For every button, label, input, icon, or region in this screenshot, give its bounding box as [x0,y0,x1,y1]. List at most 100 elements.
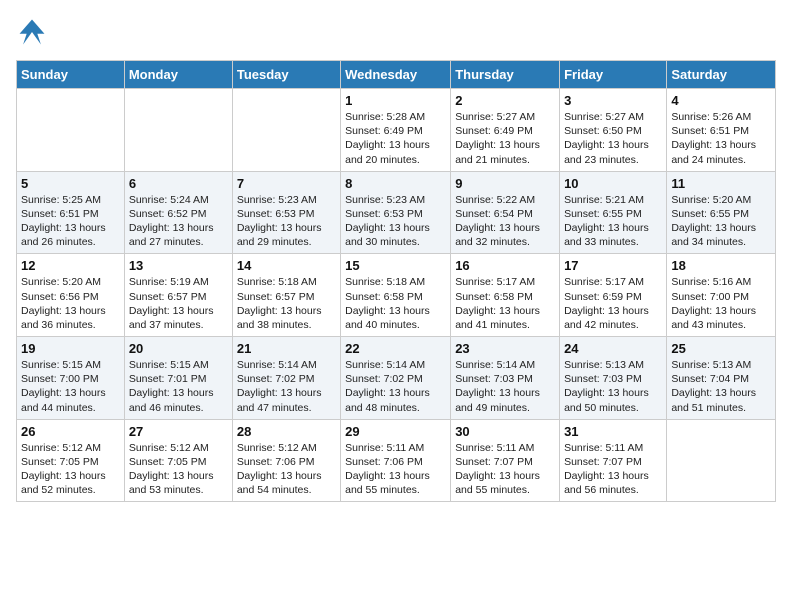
day-info: Sunrise: 5:27 AM Sunset: 6:50 PM Dayligh… [564,110,662,167]
day-number: 18 [671,258,771,273]
week-row-3: 12Sunrise: 5:20 AM Sunset: 6:56 PM Dayli… [17,254,776,337]
week-row-2: 5Sunrise: 5:25 AM Sunset: 6:51 PM Daylig… [17,171,776,254]
calendar-cell: 11 Sunrise: 5:20 AM Sunset: 6:55 PM Dayli… [667,171,776,254]
day-number: 11 [671,176,771,191]
calendar-cell: 18 Sunrise: 5:16 AM Sunset: 7:00 PM Dayli… [667,254,776,337]
day-number: 27 [129,424,228,439]
calendar-cell [124,89,232,172]
day-info: Sunrise: 5:17 AM Sunset: 6:58 PM Dayligh… [455,275,555,332]
day-info: Sunrise: 5:12 AM Sunset: 7:05 PM Dayligh… [129,441,228,498]
day-number: 15 [345,258,446,273]
day-info: Sunrise: 5:22 AM Sunset: 6:54 PM Dayligh… [455,193,555,250]
calendar-cell: 5Sunrise: 5:25 AM Sunset: 6:51 PM Daylig… [17,171,125,254]
calendar-cell: 4 Sunrise: 5:26 AM Sunset: 6:51 PM Daylig… [667,89,776,172]
calendar-cell: 24 Sunrise: 5:13 AM Sunset: 7:03 PM Dayli… [560,337,667,420]
calendar-cell: 30Sunrise: 5:11 AM Sunset: 7:07 PM Dayli… [451,419,560,502]
day-number: 16 [455,258,555,273]
day-number: 13 [129,258,228,273]
calendar-cell: 31Sunrise: 5:11 AM Sunset: 7:07 PM Dayli… [560,419,667,502]
day-number: 5 [21,176,120,191]
day-info: Sunrise: 5:15 AM Sunset: 7:00 PM Dayligh… [21,358,120,415]
calendar-cell: 9 Sunrise: 5:22 AM Sunset: 6:54 PM Daylig… [451,171,560,254]
calendar-cell: 21 Sunrise: 5:14 AM Sunset: 7:02 PM Dayli… [232,337,340,420]
day-number: 17 [564,258,662,273]
day-number: 31 [564,424,662,439]
weekday-sunday: Sunday [17,61,125,89]
day-number: 1 [345,93,446,108]
calendar-body: 1 Sunrise: 5:28 AM Sunset: 6:49 PM Daylig… [17,89,776,502]
week-row-5: 26 Sunrise: 5:12 AM Sunset: 7:05 PM Dayli… [17,419,776,502]
logo-icon [16,16,48,48]
logo [16,16,52,48]
day-number: 14 [237,258,336,273]
day-info: Sunrise: 5:17 AM Sunset: 6:59 PM Dayligh… [564,275,662,332]
calendar-cell: 13 Sunrise: 5:19 AM Sunset: 6:57 PM Dayli… [124,254,232,337]
day-info: Sunrise: 5:28 AM Sunset: 6:49 PM Dayligh… [345,110,446,167]
calendar-cell: 29 Sunrise: 5:11 AM Sunset: 7:06 PM Dayli… [341,419,451,502]
calendar-cell: 22 Sunrise: 5:14 AM Sunset: 7:02 PM Dayli… [341,337,451,420]
calendar-cell [667,419,776,502]
day-info: Sunrise: 5:14 AM Sunset: 7:02 PM Dayligh… [237,358,336,415]
day-info: Sunrise: 5:18 AM Sunset: 6:57 PM Dayligh… [237,275,336,332]
calendar-cell: 15Sunrise: 5:18 AM Sunset: 6:58 PM Dayli… [341,254,451,337]
day-number: 10 [564,176,662,191]
day-info: Sunrise: 5:26 AM Sunset: 6:51 PM Dayligh… [671,110,771,167]
day-number: 21 [237,341,336,356]
weekday-tuesday: Tuesday [232,61,340,89]
calendar-cell: 16 Sunrise: 5:17 AM Sunset: 6:58 PM Dayli… [451,254,560,337]
calendar-cell: 27 Sunrise: 5:12 AM Sunset: 7:05 PM Dayli… [124,419,232,502]
day-info: Sunrise: 5:27 AM Sunset: 6:49 PM Dayligh… [455,110,555,167]
day-number: 25 [671,341,771,356]
calendar-cell: 2 Sunrise: 5:27 AM Sunset: 6:49 PM Daylig… [451,89,560,172]
day-number: 3 [564,93,662,108]
day-number: 6 [129,176,228,191]
day-info: Sunrise: 5:23 AM Sunset: 6:53 PM Dayligh… [345,193,446,250]
weekday-friday: Friday [560,61,667,89]
calendar-cell: 19 Sunrise: 5:15 AM Sunset: 7:00 PM Dayli… [17,337,125,420]
day-number: 7 [237,176,336,191]
weekday-wednesday: Wednesday [341,61,451,89]
calendar-cell: 8Sunrise: 5:23 AM Sunset: 6:53 PM Daylig… [341,171,451,254]
day-info: Sunrise: 5:13 AM Sunset: 7:03 PM Dayligh… [564,358,662,415]
day-info: Sunrise: 5:21 AM Sunset: 6:55 PM Dayligh… [564,193,662,250]
day-info: Sunrise: 5:15 AM Sunset: 7:01 PM Dayligh… [129,358,228,415]
day-number: 4 [671,93,771,108]
calendar-cell: 26Sunrise: 5:12 AM Sunset: 7:05 PM Dayli… [17,419,125,502]
day-info: Sunrise: 5:19 AM Sunset: 6:57 PM Dayligh… [129,275,228,332]
calendar-cell: 7 Sunrise: 5:23 AM Sunset: 6:53 PM Daylig… [232,171,340,254]
day-number: 26 [21,424,120,439]
page-header [16,16,776,48]
day-number: 29 [345,424,446,439]
day-info: Sunrise: 5:12 AM Sunset: 7:06 PM Dayligh… [237,441,336,498]
day-number: 19 [21,341,120,356]
day-number: 2 [455,93,555,108]
day-number: 9 [455,176,555,191]
day-info: Sunrise: 5:16 AM Sunset: 7:00 PM Dayligh… [671,275,771,332]
day-info: Sunrise: 5:14 AM Sunset: 7:03 PM Dayligh… [455,358,555,415]
calendar-cell [232,89,340,172]
day-number: 30 [455,424,555,439]
calendar-cell: 1 Sunrise: 5:28 AM Sunset: 6:49 PM Daylig… [341,89,451,172]
day-number: 23 [455,341,555,356]
calendar-cell: 25 Sunrise: 5:13 AM Sunset: 7:04 PM Dayli… [667,337,776,420]
day-number: 22 [345,341,446,356]
calendar-cell: 10 Sunrise: 5:21 AM Sunset: 6:55 PM Dayli… [560,171,667,254]
calendar-cell: 23 Sunrise: 5:14 AM Sunset: 7:03 PM Dayli… [451,337,560,420]
calendar-cell [17,89,125,172]
day-info: Sunrise: 5:13 AM Sunset: 7:04 PM Dayligh… [671,358,771,415]
calendar-cell: 6Sunrise: 5:24 AM Sunset: 6:52 PM Daylig… [124,171,232,254]
weekday-saturday: Saturday [667,61,776,89]
calendar-table: SundayMondayTuesdayWednesdayThursdayFrid… [16,60,776,502]
day-number: 28 [237,424,336,439]
day-number: 20 [129,341,228,356]
day-info: Sunrise: 5:14 AM Sunset: 7:02 PM Dayligh… [345,358,446,415]
calendar-cell: 28 Sunrise: 5:12 AM Sunset: 7:06 PM Dayli… [232,419,340,502]
day-info: Sunrise: 5:20 AM Sunset: 6:55 PM Dayligh… [671,193,771,250]
weekday-header-row: SundayMondayTuesdayWednesdayThursdayFrid… [17,61,776,89]
day-info: Sunrise: 5:23 AM Sunset: 6:53 PM Dayligh… [237,193,336,250]
day-info: Sunrise: 5:11 AM Sunset: 7:06 PM Dayligh… [345,441,446,498]
day-info: Sunrise: 5:20 AM Sunset: 6:56 PM Dayligh… [21,275,120,332]
calendar-cell: 17 Sunrise: 5:17 AM Sunset: 6:59 PM Dayli… [560,254,667,337]
day-number: 24 [564,341,662,356]
week-row-4: 19 Sunrise: 5:15 AM Sunset: 7:00 PM Dayli… [17,337,776,420]
